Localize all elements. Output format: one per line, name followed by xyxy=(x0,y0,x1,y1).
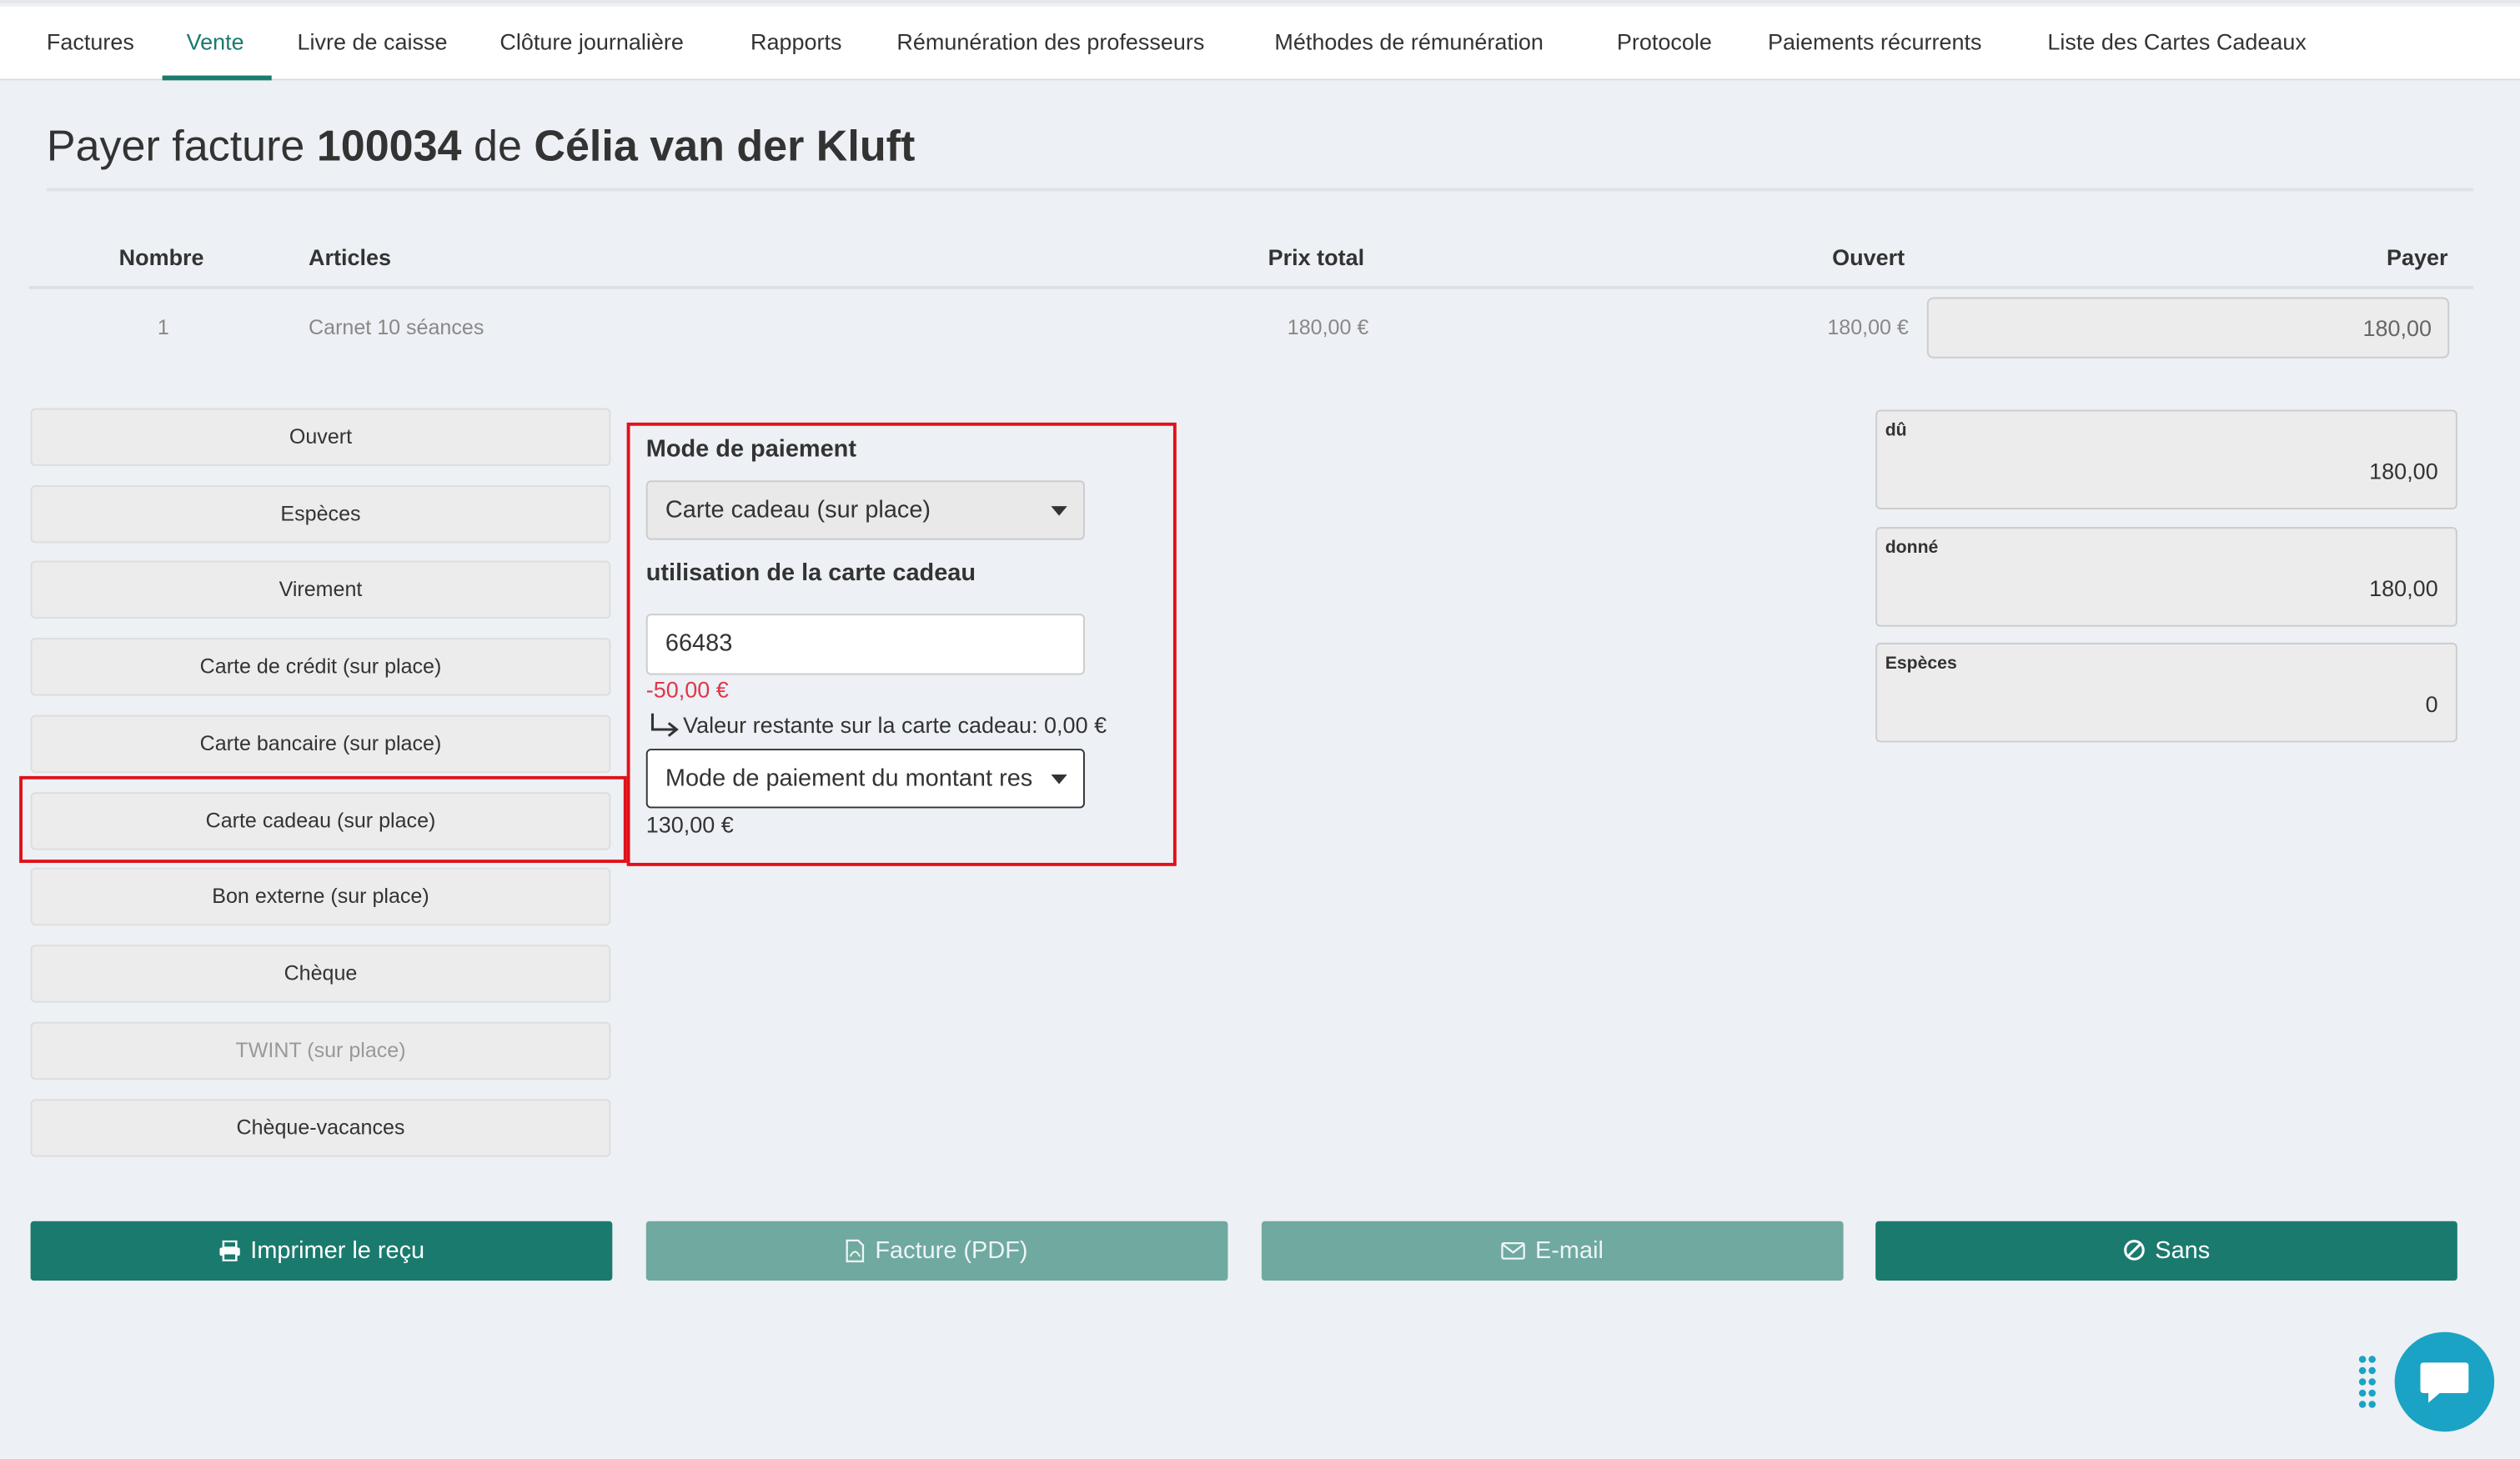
pdf-file-icon xyxy=(846,1238,866,1262)
mode-select[interactable]: Carte cadeau (sur place) xyxy=(645,480,1085,540)
due-label: dû xyxy=(1885,420,1907,441)
title-prefix: Payer facture xyxy=(46,122,305,171)
caret-down-icon xyxy=(1051,505,1067,515)
caret-down-icon xyxy=(1051,773,1067,784)
no-receipt-button[interactable]: Sans xyxy=(1875,1221,2457,1281)
given-label: donné xyxy=(1885,538,1939,558)
page-title: Payer facture 100034 de Célia van der Kl… xyxy=(47,122,915,172)
print-receipt-label: Imprimer le reçu xyxy=(250,1237,425,1265)
method-ouvert-button[interactable]: Ouvert xyxy=(30,408,611,466)
top-nav: Factures Vente Livre de caisse Clôture j… xyxy=(0,6,2520,81)
cash-label: Espèces xyxy=(1885,654,1957,674)
header-ouvert: Ouvert xyxy=(1832,243,1905,270)
no-receipt-label: Sans xyxy=(2155,1237,2211,1265)
giftcard-code-input[interactable]: 66483 xyxy=(645,614,1085,675)
page: Factures Vente Livre de caisse Clôture j… xyxy=(0,0,2520,1459)
top-border xyxy=(0,0,2520,3)
nav-methodes-remuneration[interactable]: Méthodes de rémunération xyxy=(1274,7,1543,79)
cash-box[interactable]: Espèces 0 xyxy=(1875,642,2457,743)
envelope-icon xyxy=(1501,1241,1526,1259)
nav-vente[interactable]: Vente xyxy=(187,7,244,79)
method-especes-button[interactable]: Espèces xyxy=(30,485,611,544)
remaining-value-text: Valeur restante sur la carte cadeau: 0,0… xyxy=(683,711,1107,738)
printer-icon xyxy=(219,1239,240,1261)
header-nombre: Nombre xyxy=(118,243,204,270)
nav-rapports[interactable]: Rapports xyxy=(750,7,841,79)
header-articles: Articles xyxy=(309,243,392,270)
print-receipt-button[interactable]: Imprimer le reçu xyxy=(30,1221,613,1281)
remaining-value-line: Valeur restante sur la carte cadeau: 0,0… xyxy=(648,712,1107,741)
nav-factures[interactable]: Factures xyxy=(47,7,134,79)
chat-button[interactable] xyxy=(2394,1331,2495,1432)
table-header-divider xyxy=(28,286,2474,289)
invoice-number: 100034 xyxy=(316,122,462,171)
row-nombre: 1 xyxy=(157,314,169,339)
giftcard-deduction: -50,00 € xyxy=(645,676,729,703)
nav-protocole[interactable]: Protocole xyxy=(1617,7,1712,79)
remaining-mode-value: Mode de paiement du montant res xyxy=(665,765,1033,793)
mode-label: Mode de paiement xyxy=(645,435,856,464)
nav-active-indicator xyxy=(162,75,272,81)
given-box[interactable]: donné 180,00 xyxy=(1875,527,2457,627)
nav-cloture-journaliere[interactable]: Clôture journalière xyxy=(499,7,683,79)
giftcard-label: utilisation de la carte cadeau xyxy=(645,559,976,587)
pay-amount-input[interactable]: 180,00 xyxy=(1926,297,2450,358)
mode-select-value: Carte cadeau (sur place) xyxy=(665,496,931,524)
row-prix-total: 180,00 € xyxy=(1287,314,1369,339)
invoice-pdf-button[interactable]: Facture (PDF) xyxy=(645,1221,1228,1281)
title-of: de xyxy=(474,122,522,171)
method-bon-externe-button[interactable]: Bon externe (sur place) xyxy=(30,867,611,926)
ban-icon xyxy=(2123,1240,2145,1261)
chat-icon xyxy=(2420,1362,2469,1403)
title-divider xyxy=(46,188,2474,192)
due-value: 180,00 xyxy=(2369,458,2438,484)
due-box: dû 180,00 xyxy=(1875,409,2457,509)
email-label: E-mail xyxy=(1535,1237,1604,1265)
header-payer: Payer xyxy=(2387,243,2448,270)
nav-livre-de-caisse[interactable]: Livre de caisse xyxy=(298,7,448,79)
method-cheque-vacances-button[interactable]: Chèque-vacances xyxy=(30,1099,611,1157)
row-article: Carnet 10 séances xyxy=(309,314,484,339)
return-arrow-icon xyxy=(650,714,679,738)
method-carte-bancaire-button[interactable]: Carte bancaire (sur place) xyxy=(30,714,611,774)
email-button[interactable]: E-mail xyxy=(1261,1221,1844,1281)
customer-name: Célia van der Kluft xyxy=(534,122,916,171)
method-carte-credit-button[interactable]: Carte de crédit (sur place) xyxy=(30,638,611,696)
nav-paiements-recurrents[interactable]: Paiements récurrents xyxy=(1768,7,1981,79)
nav-remuneration-professeurs[interactable]: Rémunération des professeurs xyxy=(896,7,1204,79)
remaining-amount: 130,00 € xyxy=(645,811,734,838)
header-prix-total: Prix total xyxy=(1268,243,1365,270)
method-twint-button: TWINT (sur place) xyxy=(30,1021,611,1080)
method-virement-button[interactable]: Virement xyxy=(30,560,611,619)
method-cheque-button[interactable]: Chèque xyxy=(30,945,611,1003)
cash-value: 0 xyxy=(2425,690,2438,717)
nav-cartes-cadeaux[interactable]: Liste des Cartes Cadeaux xyxy=(2047,7,2306,79)
remaining-mode-select[interactable]: Mode de paiement du montant res xyxy=(645,749,1085,809)
invoice-pdf-label: Facture (PDF) xyxy=(875,1237,1028,1265)
drag-dots-icon[interactable] xyxy=(2357,1355,2377,1410)
row-ouvert: 180,00 € xyxy=(1827,314,1909,339)
highlight-selected-method xyxy=(19,775,627,863)
given-value: 180,00 xyxy=(2369,574,2438,601)
